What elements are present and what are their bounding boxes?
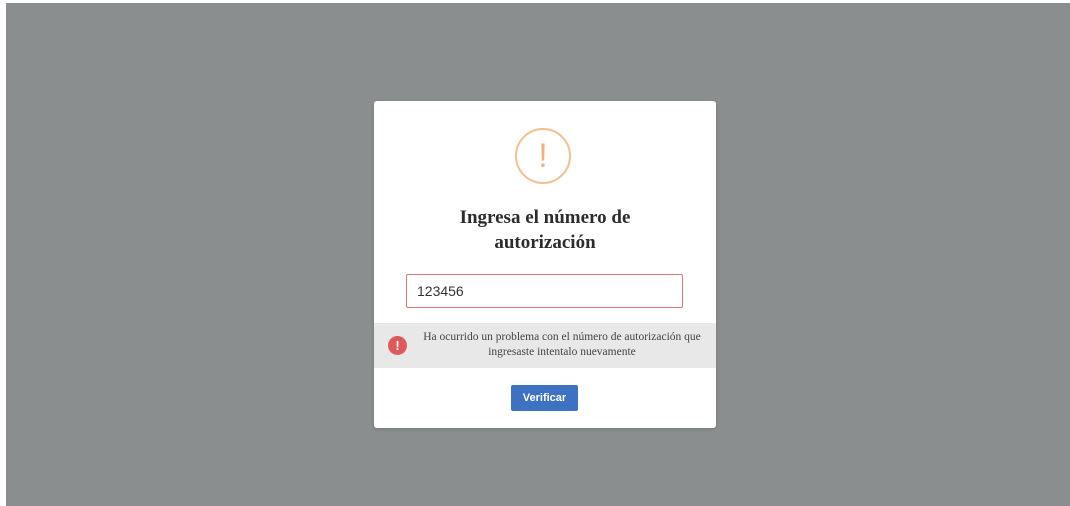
dialog-title: Ingresa el número de autorización bbox=[459, 207, 631, 253]
authorization-number-input[interactable] bbox=[406, 274, 683, 308]
warning-icon-symbol: ! bbox=[538, 137, 548, 175]
error-message-text: Ha ocurrido un problema con el número de… bbox=[423, 331, 701, 358]
authorization-dialog: ! Ingresa el número de autorización ! Ha… bbox=[374, 101, 716, 428]
error-icon-symbol: ! bbox=[395, 338, 400, 353]
error-message-box: ! Ha ocurrido un problema con el número … bbox=[374, 323, 716, 368]
verify-button[interactable]: Verificar bbox=[511, 385, 578, 411]
warning-icon: ! bbox=[515, 128, 571, 184]
error-icon: ! bbox=[388, 336, 407, 355]
